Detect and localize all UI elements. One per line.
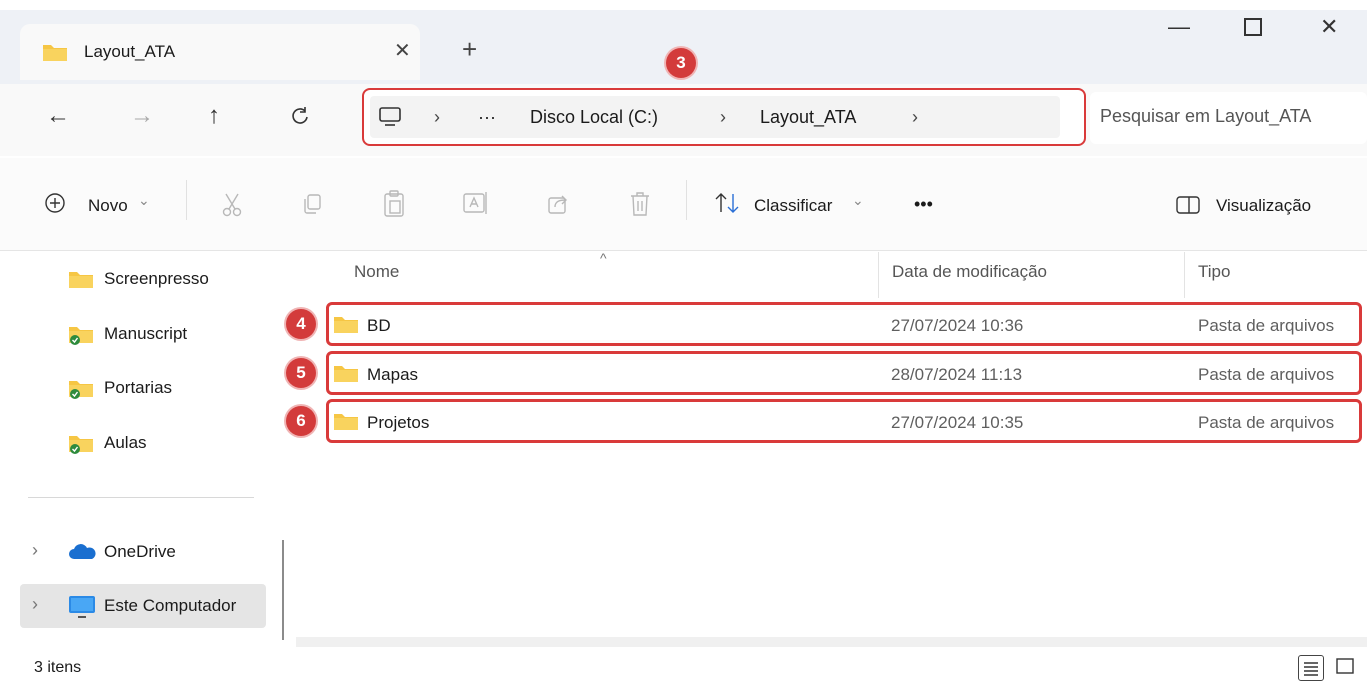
file-name: Mapas bbox=[367, 365, 419, 384]
file-explorer-window: Layout_ATA ✕ + — ✕ ← → ↑ › ··· Disco Loc… bbox=[0, 0, 1367, 683]
column-header-type[interactable]: Tipo bbox=[1198, 262, 1230, 282]
up-button[interactable]: ↑ bbox=[208, 104, 220, 128]
command-bar bbox=[0, 158, 1367, 251]
details-view-button[interactable] bbox=[1298, 655, 1324, 681]
sort-ascending-icon: ^ bbox=[600, 250, 607, 266]
breadcrumb-disco-local[interactable]: Disco Local (C:) bbox=[530, 107, 658, 128]
tab-title: Layout_ATA bbox=[84, 42, 176, 61]
column-header-name[interactable]: Nome bbox=[354, 262, 399, 282]
computer-icon bbox=[378, 106, 402, 133]
sidebar-item-label: OneDrive bbox=[104, 542, 176, 561]
search-box[interactable]: Pesquisar em Layout_ATA bbox=[1090, 92, 1367, 144]
sort-icon bbox=[714, 192, 742, 219]
computer-icon bbox=[68, 595, 96, 624]
file-date: 27/07/2024 10:36 bbox=[891, 316, 1024, 335]
tab-layout-ata[interactable]: Layout_ATA ✕ bbox=[20, 24, 420, 80]
column-header-date[interactable]: Data de modificação bbox=[892, 262, 1047, 282]
chevron-down-icon: ⌄ bbox=[138, 192, 150, 208]
file-date: 27/07/2024 10:35 bbox=[891, 413, 1024, 432]
share-icon[interactable] bbox=[546, 192, 570, 222]
minimize-button[interactable]: — bbox=[1168, 14, 1190, 40]
paste-icon[interactable] bbox=[382, 190, 406, 224]
callout-badge-5: 5 bbox=[286, 358, 316, 388]
back-button[interactable]: ← bbox=[46, 104, 70, 128]
tiles-view-button[interactable] bbox=[1334, 655, 1360, 681]
copy-icon[interactable] bbox=[300, 192, 324, 222]
folder-icon bbox=[68, 269, 94, 294]
sidebar-divider bbox=[28, 497, 254, 498]
synced-folder-icon bbox=[68, 324, 94, 351]
delete-icon[interactable] bbox=[628, 190, 652, 224]
synced-folder-icon bbox=[68, 378, 94, 405]
search-input[interactable]: Pesquisar em Layout_ATA bbox=[1100, 106, 1311, 127]
chevron-down-icon: ⌄ bbox=[852, 192, 864, 208]
close-window-button[interactable]: ✕ bbox=[1320, 14, 1338, 40]
status-bar: 3 itens bbox=[0, 651, 1367, 683]
sidebar-item-screenpresso[interactable]: Screenpresso bbox=[20, 257, 266, 301]
sidebar-item-onedrive[interactable]: › OneDrive bbox=[20, 530, 266, 574]
chevron-right-icon[interactable]: › bbox=[32, 540, 38, 561]
callout-badge-4: 4 bbox=[286, 309, 316, 339]
breadcrumb-separator: › bbox=[720, 107, 726, 127]
new-icon bbox=[44, 192, 66, 219]
breadcrumb-layout-ata[interactable]: Layout_ATA bbox=[760, 107, 856, 128]
sidebar-item-portarias[interactable]: Portarias bbox=[20, 366, 266, 410]
sort-button[interactable]: Classificar bbox=[754, 196, 832, 216]
folder-icon bbox=[42, 42, 68, 67]
sidebar-item-este-computador[interactable]: › Este Computador bbox=[20, 584, 266, 628]
folder-icon bbox=[333, 411, 359, 436]
file-name: BD bbox=[367, 316, 391, 335]
file-date: 28/07/2024 11:13 bbox=[891, 365, 1023, 384]
onedrive-cloud-icon bbox=[68, 544, 96, 565]
refresh-button[interactable] bbox=[290, 106, 310, 131]
folder-icon bbox=[333, 314, 359, 339]
sidebar-item-label: Manuscript bbox=[104, 324, 188, 343]
rename-icon[interactable] bbox=[462, 190, 490, 222]
tab-close-icon[interactable]: ✕ bbox=[394, 38, 411, 63]
file-type: Pasta de arquivos bbox=[1198, 316, 1335, 335]
view-button[interactable]: Visualização bbox=[1216, 196, 1311, 216]
callout-badge-6: 6 bbox=[286, 406, 316, 436]
callout-badge-3: 3 bbox=[666, 48, 696, 78]
more-options-button[interactable]: ••• bbox=[914, 194, 933, 215]
new-button[interactable]: Novo bbox=[88, 196, 128, 216]
preview-pane-icon bbox=[1176, 196, 1200, 219]
sidebar-item-manuscript[interactable]: Manuscript bbox=[20, 312, 266, 356]
address-bar[interactable]: › ··· Disco Local (C:) › Layout_ATA › bbox=[362, 88, 1086, 146]
breadcrumb-separator: › bbox=[912, 107, 918, 127]
file-row-bd[interactable]: BD 27/07/2024 10:36 Pasta de arquivos bbox=[326, 302, 1362, 346]
file-row-mapas[interactable]: Mapas 28/07/2024 11:13 Pasta de arquivos bbox=[326, 351, 1362, 395]
file-row-projetos[interactable]: Projetos 27/07/2024 10:35 Pasta de arqui… bbox=[326, 399, 1362, 443]
sidebar-item-label: Portarias bbox=[104, 378, 173, 397]
folder-icon bbox=[333, 363, 359, 388]
breadcrumb-separator: › bbox=[434, 107, 440, 127]
sidebar-scrollbar[interactable] bbox=[282, 540, 284, 640]
cut-icon[interactable] bbox=[220, 192, 244, 224]
breadcrumb-overflow[interactable]: ··· bbox=[478, 107, 496, 128]
new-tab-button[interactable]: + bbox=[462, 36, 477, 62]
synced-folder-icon bbox=[68, 433, 94, 460]
file-type: Pasta de arquivos bbox=[1198, 365, 1335, 384]
forward-button[interactable]: → bbox=[130, 104, 154, 128]
file-name: Projetos bbox=[367, 413, 430, 432]
sidebar-item-label: Aulas bbox=[104, 433, 147, 452]
sidebar-item-label: Screenpresso bbox=[104, 269, 209, 288]
file-type: Pasta de arquivos bbox=[1198, 413, 1335, 432]
item-count: 3 itens bbox=[34, 659, 82, 676]
horizontal-scrollbar[interactable] bbox=[296, 637, 1367, 647]
sidebar-item-label: Este Computador bbox=[104, 596, 237, 615]
sidebar-item-aulas[interactable]: Aulas bbox=[20, 421, 266, 465]
chevron-right-icon[interactable]: › bbox=[32, 594, 38, 615]
maximize-button[interactable] bbox=[1244, 18, 1262, 36]
